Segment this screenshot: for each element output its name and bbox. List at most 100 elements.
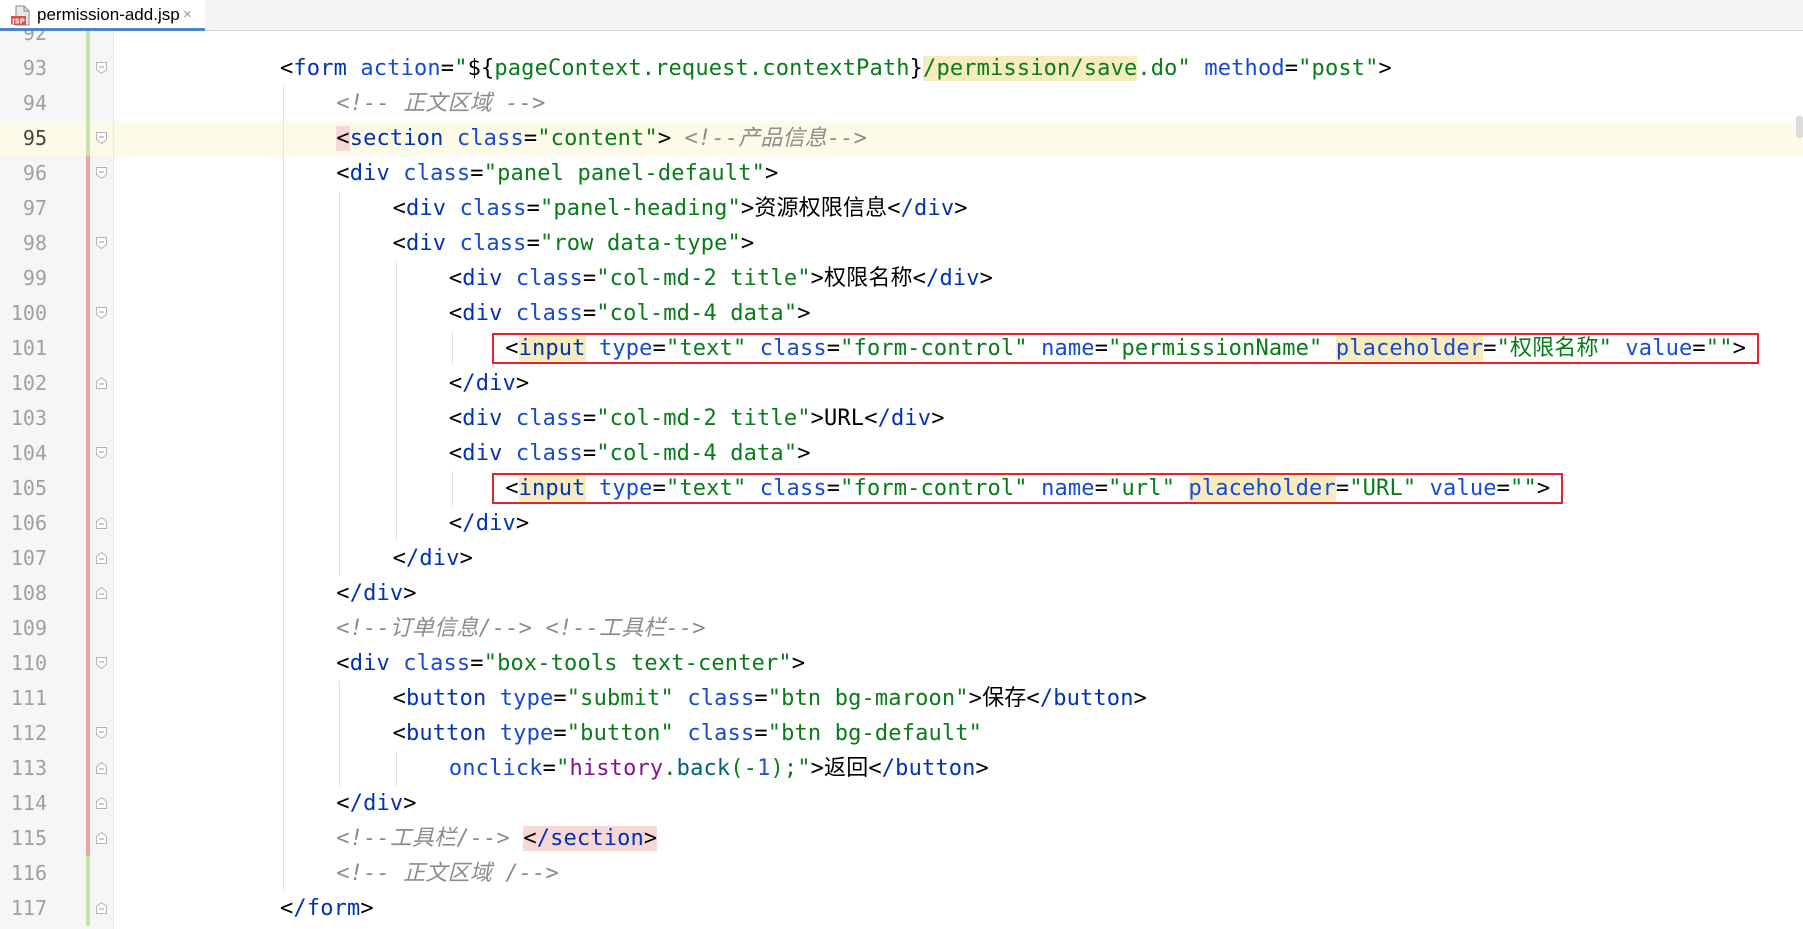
vcs-change-marker[interactable] [86,611,90,646]
fold-open-icon[interactable] [96,307,107,319]
code-text: <section class="content"> <!--产品信息--> [336,126,868,151]
code-line[interactable]: 113 onclick="history.back(-1);">返回</butto… [0,751,1803,786]
vcs-change-marker[interactable] [86,891,90,926]
fold-open-icon[interactable] [96,132,107,144]
fold-close-icon[interactable] [96,587,107,599]
fold-open-icon[interactable] [96,62,107,74]
fold-close-icon[interactable] [96,552,107,564]
code-line[interactable]: 98 <div class="row data-type"> [0,226,1803,261]
code-line[interactable]: 103 <div class="col-md-2 title">URL</div> [0,401,1803,436]
fold-close-icon[interactable] [96,517,107,529]
code-text: </div> [448,371,530,396]
fold-close-icon[interactable] [96,377,107,389]
vcs-change-marker[interactable] [86,401,90,436]
code-text: <div class="col-md-4 data"> [448,301,811,326]
code-line[interactable]: 108 </div> [0,576,1803,611]
vcs-change-marker[interactable] [86,541,90,576]
code-line[interactable]: 93 <form action="${pageContext.request.co… [0,51,1803,86]
code-line[interactable]: 99 <div class="col-md-2 title">权限名称</div> [0,261,1803,296]
line-number: 93 [22,56,47,80]
code-text: <!-- 正文区域 /--> [336,861,559,886]
code-line[interactable]: 110 <div class="box-tools text-center"> [0,646,1803,681]
code-line[interactable]: 114 </div> [0,786,1803,821]
code-line[interactable]: 102 </div> [0,366,1803,401]
vcs-change-marker[interactable] [86,716,90,751]
vcs-change-marker[interactable] [86,296,90,331]
vcs-change-marker[interactable] [86,31,90,51]
vcs-change-marker[interactable] [86,821,90,856]
vcs-change-marker[interactable] [86,506,90,541]
editor-tab-permission-add[interactable]: JSP permission-add.jsp × [0,0,205,31]
svg-text:JSP: JSP [11,18,25,26]
code-line[interactable]: 97 <div class="panel-heading">资源权限信息</div… [0,191,1803,226]
code-line[interactable]: 104 <div class="col-md-4 data"> [0,436,1803,471]
line-number: 111 [10,686,47,710]
code-text: </div> [336,581,417,606]
line-number: 103 [10,406,47,430]
vcs-change-marker[interactable] [86,436,90,471]
line-number: 109 [10,616,47,640]
code-text: <div class="panel-heading">资源权限信息</div> [392,196,968,221]
code-line[interactable]: 117 </form> [0,891,1803,926]
code-line[interactable]: 92 [0,31,1803,51]
line-number: 117 [10,896,47,920]
fold-open-icon[interactable] [96,657,107,669]
code-line[interactable]: 106 </div> [0,506,1803,541]
code-line[interactable]: 96 <div class="panel panel-default"> [0,156,1803,191]
fold-close-icon[interactable] [96,832,107,844]
vcs-change-marker[interactable] [86,261,90,296]
vcs-change-marker[interactable] [86,576,90,611]
vcs-change-marker[interactable] [86,471,90,506]
code-line[interactable]: 115 <!--工具栏/--> </section> [0,821,1803,856]
line-number: 98 [22,231,47,255]
vcs-change-marker[interactable] [86,681,90,716]
code-text: <button type="button" class="btn bg-defa… [392,721,983,746]
code-editor[interactable]: 92 93 <form action="${pageContext.request.… [0,31,1803,929]
line-number: 104 [10,441,47,465]
vcs-change-marker[interactable] [86,751,90,786]
line-number: 96 [22,161,47,185]
code-line[interactable]: 95 <section class="content"> <!--产品信息--> [0,121,1803,156]
code-text: onclick="history.back(-1);">返回</button> [448,756,989,781]
tab-close-icon[interactable]: × [183,5,192,25]
jsp-file-icon: JSP [10,5,32,27]
code-line[interactable]: 100 <div class="col-md-4 data"> [0,296,1803,331]
vcs-change-marker[interactable] [86,366,90,401]
fold-open-icon[interactable] [96,727,107,739]
code-text: <div class="box-tools text-center"> [336,651,806,676]
vcs-change-marker[interactable] [86,226,90,261]
code-line[interactable]: 109 <!--订单信息/--> <!--工具栏--> [0,611,1803,646]
code-text: <form action="${pageContext.request.cont… [280,56,1392,81]
vcs-change-marker[interactable] [86,191,90,226]
fold-close-icon[interactable] [96,797,107,809]
scrollbar-marker[interactable] [1796,116,1803,138]
code-line[interactable]: 101 <input type="text" class="form-contro… [0,331,1803,366]
vcs-change-marker[interactable] [86,786,90,821]
vcs-change-marker[interactable] [86,156,90,191]
code-line[interactable]: 111 <button type="submit" class="btn bg-m… [0,681,1803,716]
vcs-change-marker[interactable] [86,86,90,121]
code-text: <div class="col-md-2 title">权限名称</div> [448,266,994,291]
code-line[interactable]: 107 </div> [0,541,1803,576]
code-line[interactable]: 116 <!-- 正文区域 /--> [0,856,1803,891]
vcs-change-marker[interactable] [86,331,90,366]
line-number: 102 [10,371,47,395]
code-line[interactable]: 94 <!-- 正文区域 --> [0,86,1803,121]
fold-open-icon[interactable] [96,447,107,459]
fold-open-icon[interactable] [96,167,107,179]
vcs-change-marker[interactable] [86,121,90,156]
line-number: 110 [10,651,47,675]
code-text: <div class="col-md-2 title">URL</div> [448,406,945,431]
fold-close-icon[interactable] [96,902,107,914]
line-number: 94 [22,91,47,115]
tab-file-name: permission-add.jsp [37,5,180,24]
vcs-change-marker[interactable] [86,51,90,86]
fold-close-icon[interactable] [96,762,107,774]
vcs-change-marker[interactable] [86,856,90,891]
code-line[interactable]: 112 <button type="button" class="btn bg-d… [0,716,1803,751]
vcs-change-marker[interactable] [86,646,90,681]
line-number: 115 [10,826,47,850]
code-line[interactable]: 105 <input type="text" class="form-contro… [0,471,1803,506]
line-number: 95 [22,126,47,150]
fold-open-icon[interactable] [96,237,107,249]
